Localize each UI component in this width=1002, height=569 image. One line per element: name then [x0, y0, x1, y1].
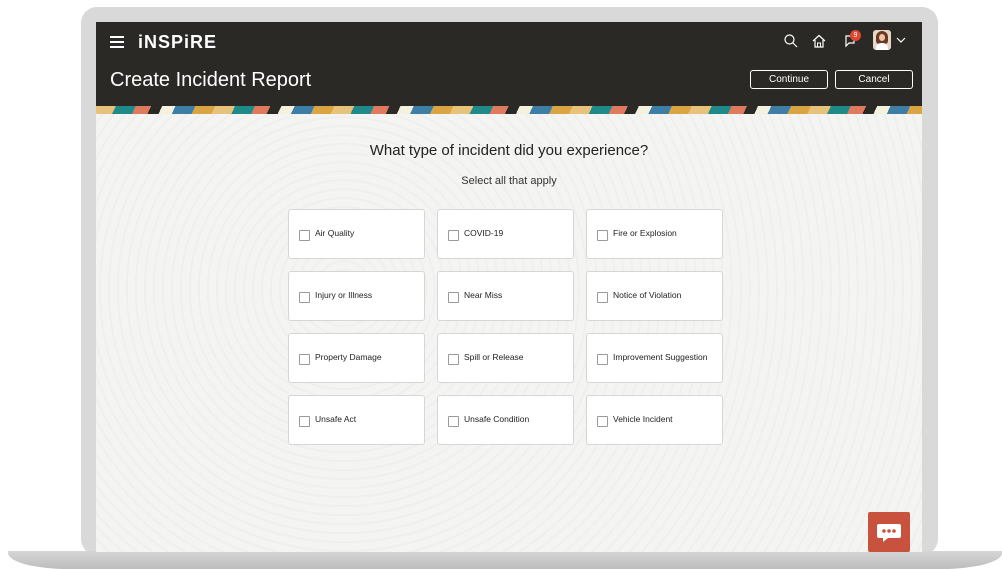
option-card[interactable]: Property Damage — [288, 333, 425, 383]
checkbox[interactable] — [448, 292, 459, 303]
option-card[interactable]: Improvement Suggestion — [586, 333, 723, 383]
app-screen: iNSPiRE 9 Create Incident Report Continu… — [96, 22, 922, 552]
option-card[interactable]: Vehicle Incident — [586, 395, 723, 445]
option-label: Spill or Release — [464, 352, 524, 362]
option-card[interactable]: COVID-19 — [437, 209, 574, 259]
option-label: Unsafe Condition — [464, 414, 530, 424]
checkbox[interactable] — [597, 230, 608, 241]
option-label: Notice of Violation — [613, 290, 682, 300]
chat-icon — [877, 524, 901, 542]
notifications-button[interactable]: 9 — [842, 30, 861, 50]
chat-button[interactable] — [868, 512, 910, 552]
option-label: COVID-19 — [464, 228, 504, 238]
avatar[interactable] — [873, 30, 891, 50]
decorative-banner — [96, 106, 922, 114]
option-label: Air Quality — [315, 228, 355, 238]
checkbox[interactable] — [299, 354, 310, 365]
notification-badge: 9 — [850, 30, 861, 41]
menu-icon[interactable] — [110, 36, 124, 48]
checkbox[interactable] — [597, 292, 608, 303]
form-question: What type of incident did you experience… — [369, 142, 649, 159]
option-card[interactable]: Unsafe Act — [288, 395, 425, 445]
page-title: Create Incident Report — [110, 69, 312, 91]
option-card[interactable]: Near Miss — [437, 271, 574, 321]
checkbox[interactable] — [597, 354, 608, 365]
incident-type-form: What type of incident did you experience… — [96, 114, 922, 552]
option-card[interactable]: Unsafe Condition — [437, 395, 574, 445]
option-label: Injury or Illness — [315, 290, 373, 300]
option-card[interactable]: Fire or Explosion — [586, 209, 723, 259]
option-card[interactable]: Spill or Release — [437, 333, 574, 383]
option-card[interactable]: Air Quality — [288, 209, 425, 259]
checkbox[interactable] — [448, 416, 459, 427]
home-icon[interactable] — [810, 32, 828, 50]
continue-button[interactable]: Continue — [750, 70, 828, 89]
chevron-down-icon[interactable] — [895, 34, 907, 46]
option-label: Unsafe Act — [315, 414, 357, 424]
checkbox[interactable] — [448, 230, 459, 241]
app-logo: iNSPiRE — [138, 32, 218, 52]
checkbox[interactable] — [448, 354, 459, 365]
app-header: iNSPiRE 9 Create Incident Report Continu… — [96, 22, 922, 106]
option-label: Property Damage — [315, 352, 382, 362]
search-icon[interactable] — [782, 32, 800, 50]
option-label: Near Miss — [464, 290, 503, 300]
form-instruction: Select all that apply — [461, 175, 557, 187]
option-card[interactable]: Injury or Illness — [288, 271, 425, 321]
laptop-base — [8, 551, 1002, 569]
checkbox[interactable] — [299, 292, 310, 303]
option-card[interactable]: Notice of Violation — [586, 271, 723, 321]
option-label: Vehicle Incident — [613, 414, 673, 424]
checkbox[interactable] — [299, 230, 310, 241]
checkbox[interactable] — [299, 416, 310, 427]
checkbox[interactable] — [597, 416, 608, 427]
option-label: Fire or Explosion — [613, 228, 677, 238]
cancel-button[interactable]: Cancel — [835, 70, 913, 89]
option-label: Improvement Suggestion — [613, 352, 708, 362]
